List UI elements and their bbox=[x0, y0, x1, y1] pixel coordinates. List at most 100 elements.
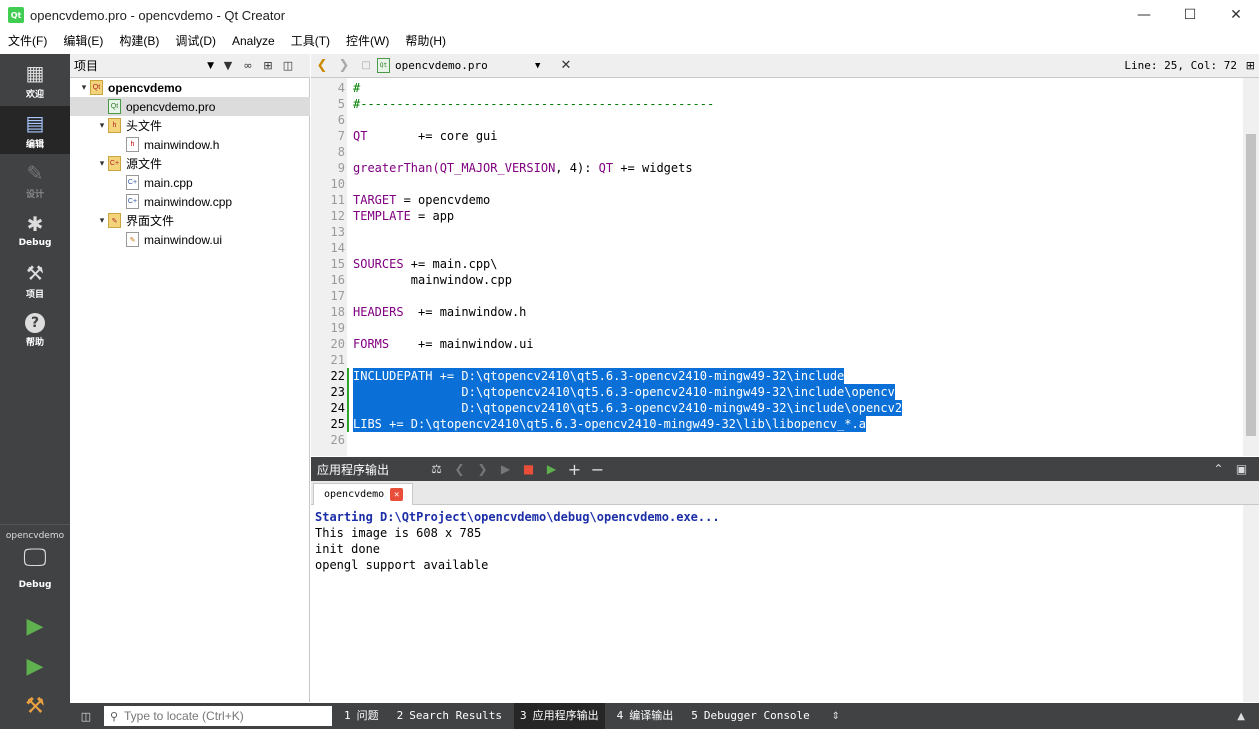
maximize-pane-icon[interactable]: ⌃ bbox=[1207, 458, 1230, 480]
code-keyword: FORMS bbox=[353, 337, 390, 351]
close-tab-icon[interactable]: ✕ bbox=[390, 488, 404, 501]
code-line[interactable]: 18 HEADERS += mainwindow.h bbox=[311, 304, 1243, 320]
previous-item-icon[interactable]: ❮ bbox=[448, 458, 471, 480]
filter-icon[interactable]: ▼ bbox=[218, 56, 238, 76]
clear-output-icon[interactable]: ⚖ bbox=[425, 458, 448, 480]
code-text: TARGET = opencvdemo bbox=[353, 192, 490, 208]
line-number: 16 bbox=[330, 273, 345, 287]
mode-3[interactable]: ✱ Debug bbox=[0, 206, 70, 254]
more-panes-icon[interactable]: ⇕ bbox=[826, 711, 846, 722]
mode-0[interactable]: ▦ 欢迎 bbox=[0, 56, 70, 104]
output-pane-tab-5[interactable]: 5 Debugger Console bbox=[685, 703, 816, 729]
code-line[interactable]: 9 greaterThan(QT_MAJOR_VERSION, 4): QT +=… bbox=[311, 160, 1243, 176]
output-pane-tab-1[interactable]: 1 问题 bbox=[338, 703, 385, 729]
project-view-combo[interactable]: 项目 ▼ bbox=[74, 57, 214, 74]
next-item-icon[interactable]: ❯ bbox=[471, 458, 494, 480]
tree-item[interactable]: ▾ C+ 源文件 bbox=[70, 154, 310, 173]
split-icon[interactable]: ⊞ bbox=[258, 56, 278, 76]
locator-input[interactable]: ⚲ Type to locate (Ctrl+K) bbox=[104, 706, 332, 726]
code-line[interactable]: 13 bbox=[311, 224, 1243, 240]
tree-item[interactable]: ✎ mainwindow.ui bbox=[70, 230, 310, 249]
toggle-sidebar-icon[interactable]: ◫ bbox=[74, 706, 98, 726]
menu-item-2[interactable]: 构建(B) bbox=[111, 30, 167, 52]
mode-label: 设计 bbox=[25, 189, 44, 200]
mode-5[interactable]: ? 帮助 bbox=[0, 306, 70, 354]
expand-arrow-icon[interactable]: ▾ bbox=[78, 82, 90, 93]
close-panel-icon[interactable]: ◫ bbox=[278, 56, 298, 76]
zoom-out-icon[interactable]: − bbox=[586, 458, 609, 480]
attach-debugger-icon[interactable]: ▶ bbox=[540, 458, 563, 480]
expand-arrow-icon[interactable]: ▾ bbox=[96, 120, 108, 131]
code-line[interactable]: 21 bbox=[311, 352, 1243, 368]
tree-item[interactable]: ▾ Qt opencvdemo bbox=[70, 78, 310, 97]
close-document-button[interactable]: ✕ bbox=[557, 58, 575, 73]
output-tab-opencvdemo[interactable]: opencvdemo ✕ bbox=[313, 483, 413, 505]
menu-item-4[interactable]: Analyze bbox=[224, 30, 283, 52]
tree-item[interactable]: C+ main.cpp bbox=[70, 173, 310, 192]
toggle-progress-icon[interactable]: ▲ bbox=[1237, 711, 1245, 722]
code-editor[interactable]: 4 #5 #------------------------------------… bbox=[311, 78, 1259, 456]
kit-selector[interactable]: opencvdemo 🖵 Debug bbox=[0, 524, 70, 596]
scrollbar-thumb[interactable] bbox=[1246, 134, 1256, 436]
tree-item[interactable]: C+ mainwindow.cpp bbox=[70, 192, 310, 211]
link-icon[interactable]: ∞ bbox=[238, 56, 258, 76]
code-line[interactable]: 22 INCLUDEPATH += D:\qtopencv2410\qt5.6.3… bbox=[311, 368, 1243, 384]
run-button[interactable]: ▶ bbox=[0, 606, 70, 646]
output-pane-tab-3[interactable]: 3 应用程序输出 bbox=[513, 703, 605, 729]
forward-arrow-icon[interactable]: ❯ bbox=[333, 55, 355, 77]
code-line[interactable]: 8 bbox=[311, 144, 1243, 160]
tree-item[interactable]: ▾ h 头文件 bbox=[70, 116, 310, 135]
split-editor-icon[interactable]: ⊞ bbox=[1246, 59, 1255, 72]
mode-2[interactable]: ✎ 设计 bbox=[0, 156, 70, 204]
code-line[interactable]: 19 bbox=[311, 320, 1243, 336]
debug-run-button[interactable]: ▶ bbox=[0, 646, 70, 686]
build-hammer-button[interactable]: ⚒ bbox=[0, 686, 70, 726]
code-line[interactable]: 11 TARGET = opencvdemo bbox=[311, 192, 1243, 208]
code-line[interactable]: 16 mainwindow.cpp bbox=[311, 272, 1243, 288]
mode-4[interactable]: ⚒ 项目 bbox=[0, 256, 70, 304]
menu-item-3[interactable]: 调试(D) bbox=[167, 30, 224, 52]
menu-item-6[interactable]: 控件(W) bbox=[338, 30, 397, 52]
rerun-icon[interactable]: ▶ bbox=[494, 458, 517, 480]
code-line[interactable]: 12 TEMPLATE = app bbox=[311, 208, 1243, 224]
code-line[interactable]: 17 bbox=[311, 288, 1243, 304]
minimize-button[interactable]: — bbox=[1121, 0, 1167, 30]
code-line[interactable]: 15 SOURCES += main.cpp\ bbox=[311, 256, 1243, 272]
code-line[interactable]: 26 bbox=[311, 432, 1243, 448]
project-tree: ▾ Qt opencvdemo Qt opencvdemo.pro ▾ h 头文件 h mainw… bbox=[70, 78, 310, 702]
zoom-in-icon[interactable]: + bbox=[563, 458, 586, 480]
code-line[interactable]: 23 D:\qtopencv2410\qt5.6.3-opencv2410-mi… bbox=[311, 384, 1243, 400]
expand-arrow-icon[interactable]: ▾ bbox=[96, 215, 108, 226]
close-pane-icon[interactable]: ▣ bbox=[1230, 458, 1253, 480]
code-line[interactable]: 7 QT += core gui bbox=[311, 128, 1243, 144]
tree-item[interactable]: h mainwindow.h bbox=[70, 135, 310, 154]
menu-item-1[interactable]: 编辑(E) bbox=[55, 30, 111, 52]
tree-item[interactable]: Qt opencvdemo.pro bbox=[70, 97, 310, 116]
close-button[interactable]: ✕ bbox=[1213, 0, 1259, 30]
line-column-indicator[interactable]: Line: 25, Col: 72 bbox=[1124, 59, 1237, 72]
chevron-down-icon: ▼ bbox=[535, 60, 541, 71]
menu-item-5[interactable]: 工具(T) bbox=[283, 30, 338, 52]
code-line[interactable]: 10 bbox=[311, 176, 1243, 192]
editor-scrollbar[interactable] bbox=[1243, 78, 1259, 456]
code-line[interactable]: 20 FORMS += mainwindow.ui bbox=[311, 336, 1243, 352]
stop-icon[interactable]: ■ bbox=[517, 458, 540, 480]
code-line[interactable]: 25 LIBS += D:\qtopencv2410\qt5.6.3-opencv… bbox=[311, 416, 1243, 432]
maximize-button[interactable]: ☐ bbox=[1167, 0, 1213, 30]
document-combo[interactable]: Qt opencvdemo.pro ▼ bbox=[377, 58, 557, 73]
code-line[interactable]: 14 bbox=[311, 240, 1243, 256]
code-line[interactable]: 24 D:\qtopencv2410\qt5.6.3-opencv2410-mi… bbox=[311, 400, 1243, 416]
output-pane-tab-2[interactable]: 2 Search Results bbox=[391, 703, 508, 729]
code-line[interactable]: 5 #--------------------------------------… bbox=[311, 96, 1243, 112]
tree-item[interactable]: ▾ ✎ 界面文件 bbox=[70, 211, 310, 230]
application-output[interactable]: Starting D:\QtProject\opencvdemo\debug\o… bbox=[311, 505, 1259, 702]
code-line[interactable]: 6 bbox=[311, 112, 1243, 128]
output-scrollbar[interactable] bbox=[1243, 505, 1259, 702]
menu-item-0[interactable]: 文件(F) bbox=[0, 30, 55, 52]
back-arrow-icon[interactable]: ❮ bbox=[311, 55, 333, 77]
code-line[interactable]: 4 # bbox=[311, 80, 1243, 96]
output-pane-tab-4[interactable]: 4 编译输出 bbox=[611, 703, 680, 729]
menu-item-7[interactable]: 帮助(H) bbox=[397, 30, 454, 52]
mode-1[interactable]: ▤ 编辑 bbox=[0, 106, 70, 154]
expand-arrow-icon[interactable]: ▾ bbox=[96, 158, 108, 169]
